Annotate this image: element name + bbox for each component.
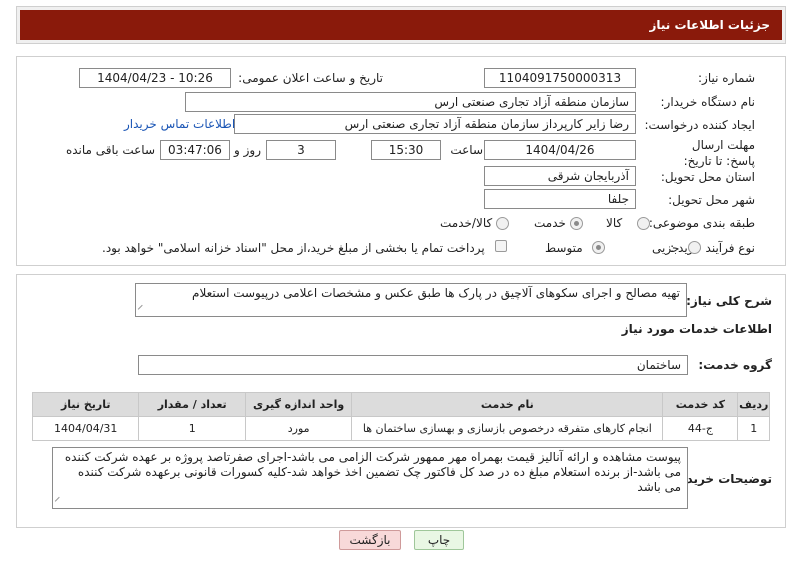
- cell-unit: مورد: [244, 416, 353, 441]
- need-number-label: شماره نیاز:: [698, 71, 755, 85]
- process-radio-medium[interactable]: [592, 241, 605, 254]
- days-remaining-field[interactable]: 3: [266, 140, 336, 160]
- cell-code: ج-44: [662, 416, 739, 441]
- province-label: استان محل تحویل:: [660, 170, 755, 184]
- summary-text: تهیه مصالح و اجرای سکوهای آلاچیق در پارک…: [192, 286, 680, 300]
- city-field[interactable]: جلفا: [484, 189, 636, 209]
- category-radio-service[interactable]: [570, 217, 583, 230]
- service-group-label: گروه خدمت:: [698, 358, 772, 372]
- category-radio-goods-service[interactable]: [496, 217, 509, 230]
- deadline-time-field[interactable]: 15:30: [371, 140, 441, 160]
- buyer-org-label: نام دستگاه خریدار:: [660, 95, 756, 109]
- col-name: نام خدمت: [351, 392, 664, 417]
- services-section-title: اطلاعات خدمات مورد نیاز: [621, 322, 772, 336]
- summary-textarea[interactable]: تهیه مصالح و اجرای سکوهای آلاچیق در پارک…: [135, 283, 687, 317]
- process-type-label: نوع فرآیند خرید :: [670, 241, 755, 255]
- category-radio-goods[interactable]: [637, 217, 650, 230]
- page-title: جزئیات اطلاعات نیاز: [20, 10, 782, 40]
- table-header-row: ردیف کد خدمت نام خدمت واحد اندازه گیری ت…: [31, 392, 770, 417]
- creator-field[interactable]: رضا زایر کارپرداز سازمان منطقه آزاد تجار…: [234, 114, 636, 134]
- announce-datetime-label: تاریخ و ساعت اعلان عمومی:: [238, 71, 383, 85]
- category-option-service: خدمت: [534, 216, 566, 230]
- creator-label: ایجاد کننده درخواست:: [644, 118, 755, 132]
- col-date: تاریخ نیاز: [31, 392, 140, 417]
- col-row: ردیف: [737, 392, 770, 417]
- cell-date: 1404/04/31: [31, 416, 140, 441]
- city-label: شهر محل تحویل:: [668, 193, 755, 207]
- cell-row: 1: [737, 416, 770, 441]
- col-qty: تعداد / مقدار: [138, 392, 246, 417]
- deadline-date-field[interactable]: 1404/04/26: [484, 140, 636, 160]
- days-label: روز و: [234, 143, 261, 157]
- back-button[interactable]: بازگشت: [339, 530, 401, 550]
- service-group-field[interactable]: ساختمان: [138, 355, 688, 375]
- category-label: طبقه بندی موضوعی:: [648, 216, 755, 230]
- print-button[interactable]: چاپ: [414, 530, 464, 550]
- treasury-payment-checkbox[interactable]: [495, 240, 507, 252]
- deadline-label: مهلت ارسال پاسخ: تا تاریخ:: [683, 138, 755, 168]
- summary-label: شرح کلی نیاز:: [686, 294, 772, 308]
- announce-datetime-field[interactable]: 1404/04/23 - 10:26: [79, 68, 231, 88]
- services-table: ردیف کد خدمت نام خدمت واحد اندازه گیری ت…: [31, 392, 770, 441]
- process-option-minor: جزیی: [652, 241, 680, 255]
- deadline-time-label: ساعت: [450, 143, 483, 157]
- province-field[interactable]: آذربایجان شرقی: [484, 166, 636, 186]
- buyer-contact-link[interactable]: اطلاعات تماس خریدار: [124, 117, 235, 131]
- need-number-field[interactable]: 1104091750000313: [484, 68, 636, 88]
- col-code: کد خدمت: [662, 392, 739, 417]
- table-row[interactable]: 1 ج-44 انجام کارهای متفرقه درخصوص بازساز…: [31, 416, 770, 441]
- category-option-goods: کالا: [606, 216, 623, 230]
- remaining-time-field[interactable]: 03:47:06: [160, 140, 230, 160]
- remaining-time-label: ساعت باقی مانده: [65, 143, 155, 157]
- buyer-notes-text: پیوست مشاهده و ارائه آنالیز قیمت بهمراه …: [64, 450, 681, 494]
- cell-qty: 1: [138, 416, 246, 441]
- process-radio-minor[interactable]: [688, 241, 701, 254]
- category-option-goods-service: کالا/خدمت: [440, 216, 493, 230]
- buyer-notes-textarea[interactable]: پیوست مشاهده و ارائه آنالیز قیمت بهمراه …: [52, 447, 688, 509]
- cell-name: انجام کارهای متفرقه درخصوص بازسازی و بهس…: [351, 416, 664, 441]
- col-unit: واحد اندازه گیری: [244, 392, 353, 417]
- buyer-org-field[interactable]: سازمان منطقه آزاد تجاری صنعتی ارس: [185, 92, 636, 112]
- process-option-medium: متوسط: [545, 241, 583, 255]
- treasury-payment-note: پرداخت تمام یا بخشی از مبلغ خرید،از محل …: [102, 241, 485, 255]
